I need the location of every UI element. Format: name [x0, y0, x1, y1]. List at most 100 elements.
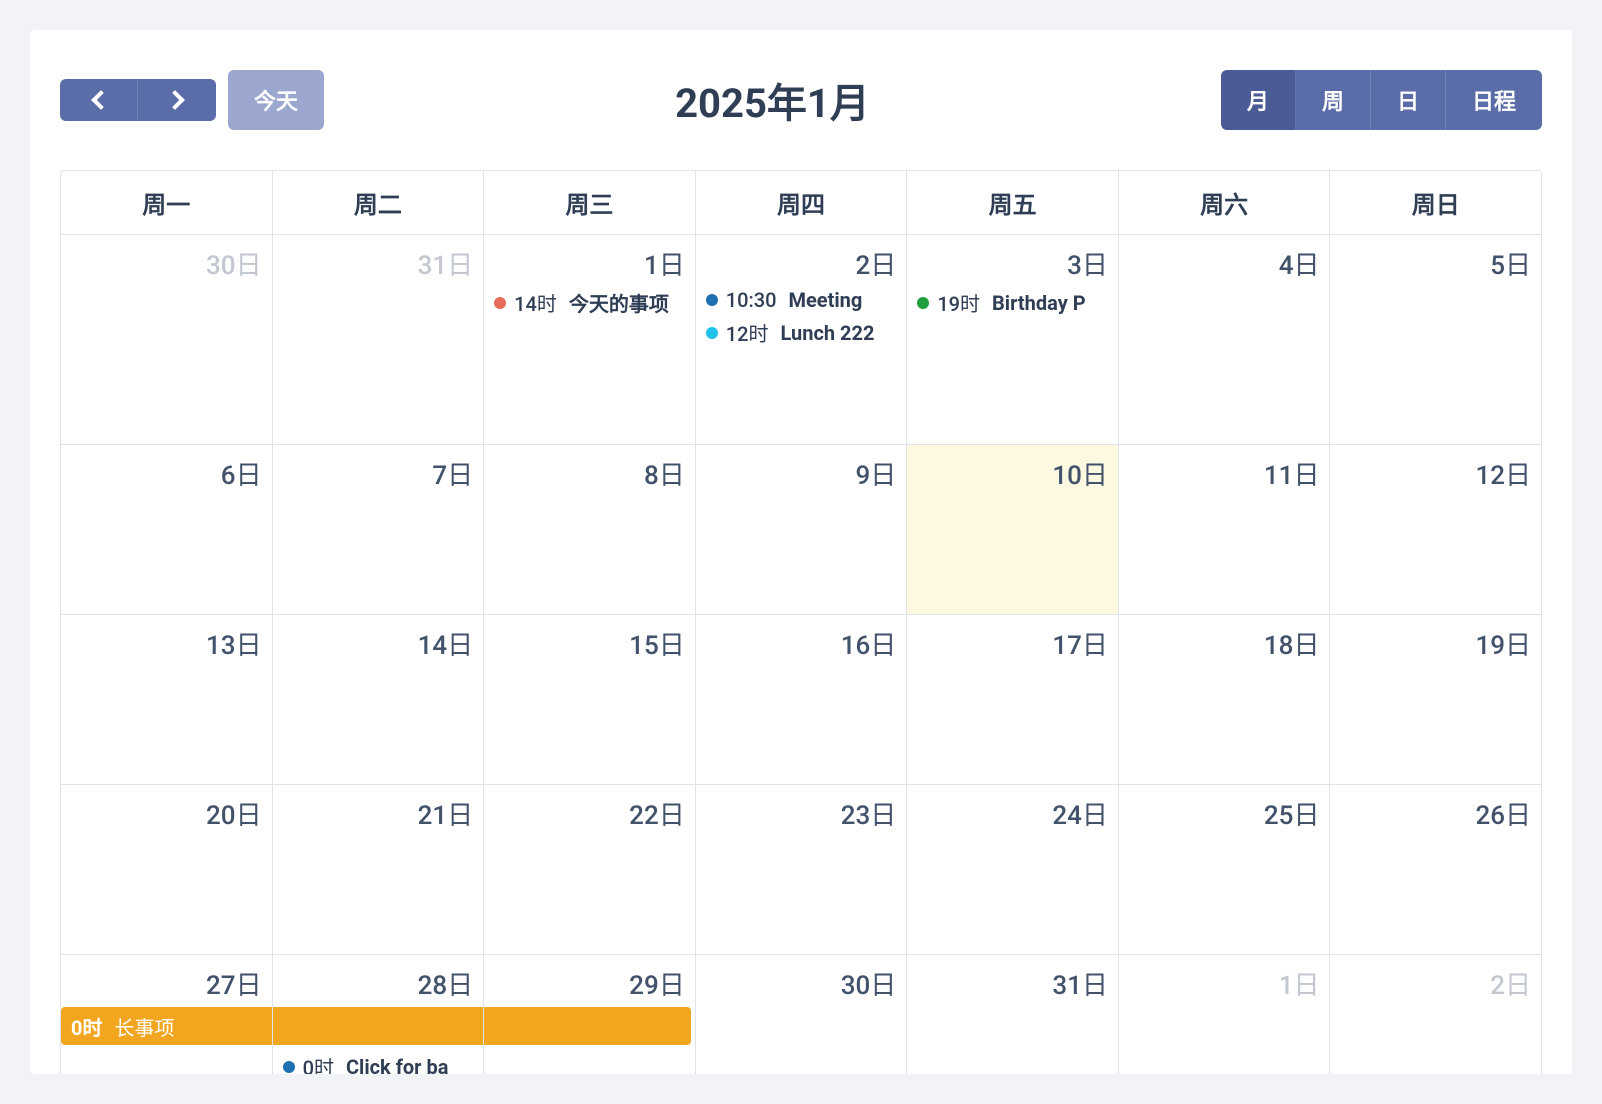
- view-week-button[interactable]: 周: [1296, 70, 1371, 130]
- day-cell[interactable]: 9日: [696, 445, 908, 614]
- date-number[interactable]: 23日: [702, 795, 897, 832]
- week-row: 0时长事项27日28日0时Click for ba29日30日31日1日2日: [61, 955, 1541, 1074]
- calendar-event[interactable]: 10:30Meeting: [702, 288, 897, 312]
- day-cell[interactable]: 26日: [1330, 785, 1541, 954]
- date-number[interactable]: 31日: [279, 245, 474, 282]
- calendar-event[interactable]: 19时Birthday P: [913, 288, 1108, 317]
- day-cell[interactable]: 11日: [1119, 445, 1331, 614]
- day-cell[interactable]: 14日: [273, 615, 485, 784]
- day-cell[interactable]: 8日: [484, 445, 696, 614]
- day-header-row: 周一周二周三周四周五周六周日: [61, 171, 1541, 235]
- date-number[interactable]: 15日: [490, 625, 685, 662]
- date-number[interactable]: 1日: [1125, 965, 1320, 1002]
- date-number[interactable]: 30日: [702, 965, 897, 1002]
- day-cell[interactable]: 20日: [61, 785, 273, 954]
- day-cell[interactable]: 1日 14时今天的事项: [484, 235, 696, 444]
- day-cell[interactable]: 28日 0时Click for ba: [273, 955, 485, 1074]
- next-button[interactable]: [138, 79, 216, 121]
- day-cell[interactable]: 4日: [1119, 235, 1331, 444]
- date-number[interactable]: 5日: [1336, 245, 1531, 282]
- date-number[interactable]: 25日: [1125, 795, 1320, 832]
- event-title: Click for ba: [346, 1055, 448, 1075]
- calendar-container: 今天 2025年1月 月 周 日 日程 周一周二周三周四周五周六周日 30日 31…: [30, 30, 1572, 1074]
- calendar-event[interactable]: 0时Click for ba: [279, 1052, 474, 1074]
- view-agenda-button[interactable]: 日程: [1446, 70, 1542, 130]
- toolbar-right: 月 周 日 日程: [1221, 70, 1542, 130]
- view-month-button[interactable]: 月: [1221, 70, 1296, 130]
- day-cell[interactable]: 6日: [61, 445, 273, 614]
- chevron-right-icon: [165, 90, 185, 110]
- date-number-today[interactable]: 10日: [913, 455, 1108, 492]
- day-cell[interactable]: 1日: [1119, 955, 1331, 1074]
- event-title: 今天的事项: [569, 288, 669, 317]
- date-number[interactable]: 28日: [279, 965, 474, 1002]
- day-cell[interactable]: 7日: [273, 445, 485, 614]
- prev-button[interactable]: [60, 79, 138, 121]
- date-number[interactable]: 27日: [67, 965, 262, 1002]
- date-number[interactable]: 12日: [1336, 455, 1531, 492]
- date-number[interactable]: 6日: [67, 455, 262, 492]
- day-cell[interactable]: 22日: [484, 785, 696, 954]
- date-number[interactable]: 7日: [279, 455, 474, 492]
- day-cell[interactable]: 16日: [696, 615, 908, 784]
- day-cell[interactable]: 30日: [696, 955, 908, 1074]
- toolbar-left: 今天: [60, 70, 324, 130]
- day-cell[interactable]: 27日: [61, 955, 273, 1074]
- week-row: 30日 31日 1日 14时今天的事项 2日 10:30Meeting 12时Lunch 2…: [61, 235, 1541, 445]
- day-cell[interactable]: 12日: [1330, 445, 1541, 614]
- day-cell[interactable]: 2日: [1330, 955, 1541, 1074]
- today-button[interactable]: 今天: [228, 70, 324, 130]
- date-number[interactable]: 4日: [1125, 245, 1320, 282]
- date-number[interactable]: 2日: [702, 245, 897, 282]
- calendar-title: 2025年1月: [675, 71, 870, 129]
- date-number[interactable]: 13日: [67, 625, 262, 662]
- date-number[interactable]: 17日: [913, 625, 1108, 662]
- date-number[interactable]: 19日: [1336, 625, 1531, 662]
- date-number[interactable]: 2日: [1336, 965, 1531, 1002]
- date-number[interactable]: 30日: [67, 245, 262, 282]
- date-number[interactable]: 29日: [490, 965, 685, 1002]
- day-cell[interactable]: 23日: [696, 785, 908, 954]
- event-dot-icon: [494, 297, 506, 309]
- date-number[interactable]: 22日: [490, 795, 685, 832]
- day-cell[interactable]: 19日: [1330, 615, 1541, 784]
- date-number[interactable]: 26日: [1336, 795, 1531, 832]
- day-cell[interactable]: 25日: [1119, 785, 1331, 954]
- calendar-event[interactable]: 12时Lunch 222: [702, 318, 897, 347]
- calendar-grid: 周一周二周三周四周五周六周日 30日 31日 1日 14时今天的事项 2日 10:30Me…: [60, 170, 1542, 1074]
- day-cell[interactable]: 15日: [484, 615, 696, 784]
- date-number[interactable]: 31日: [913, 965, 1108, 1002]
- week-row: 13日 14日 15日 16日 17日 18日 19日: [61, 615, 1541, 785]
- day-cell[interactable]: 13日: [61, 615, 273, 784]
- date-number[interactable]: 1日: [490, 245, 685, 282]
- day-header: 周一: [61, 171, 273, 234]
- day-cell[interactable]: 5日: [1330, 235, 1541, 444]
- day-cell[interactable]: 21日: [273, 785, 485, 954]
- day-cell[interactable]: 3日 19时Birthday P: [907, 235, 1119, 444]
- day-cell[interactable]: 17日: [907, 615, 1119, 784]
- date-number[interactable]: 9日: [702, 455, 897, 492]
- day-cell[interactable]: 31日: [273, 235, 485, 444]
- date-number[interactable]: 14日: [279, 625, 474, 662]
- date-number[interactable]: 18日: [1125, 625, 1320, 662]
- calendar-event[interactable]: 14时今天的事项: [490, 288, 685, 317]
- chevron-left-icon: [91, 90, 111, 110]
- day-cell[interactable]: 2日 10:30Meeting 12时Lunch 222: [696, 235, 908, 444]
- day-cell[interactable]: 10日: [907, 445, 1119, 614]
- weeks-container: 30日 31日 1日 14时今天的事项 2日 10:30Meeting 12时Lunch 2…: [61, 235, 1541, 1074]
- date-number[interactable]: 11日: [1125, 455, 1320, 492]
- date-number[interactable]: 16日: [702, 625, 897, 662]
- date-number[interactable]: 21日: [279, 795, 474, 832]
- date-number[interactable]: 24日: [913, 795, 1108, 832]
- day-cell[interactable]: 18日: [1119, 615, 1331, 784]
- day-cell[interactable]: 31日: [907, 955, 1119, 1074]
- day-header: 周二: [273, 171, 485, 234]
- day-cell[interactable]: 24日: [907, 785, 1119, 954]
- date-number[interactable]: 3日: [913, 245, 1108, 282]
- view-day-button[interactable]: 日: [1371, 70, 1446, 130]
- event-dot-icon: [706, 294, 718, 306]
- day-cell[interactable]: 30日: [61, 235, 273, 444]
- date-number[interactable]: 8日: [490, 455, 685, 492]
- day-cell[interactable]: 29日: [484, 955, 696, 1074]
- date-number[interactable]: 20日: [67, 795, 262, 832]
